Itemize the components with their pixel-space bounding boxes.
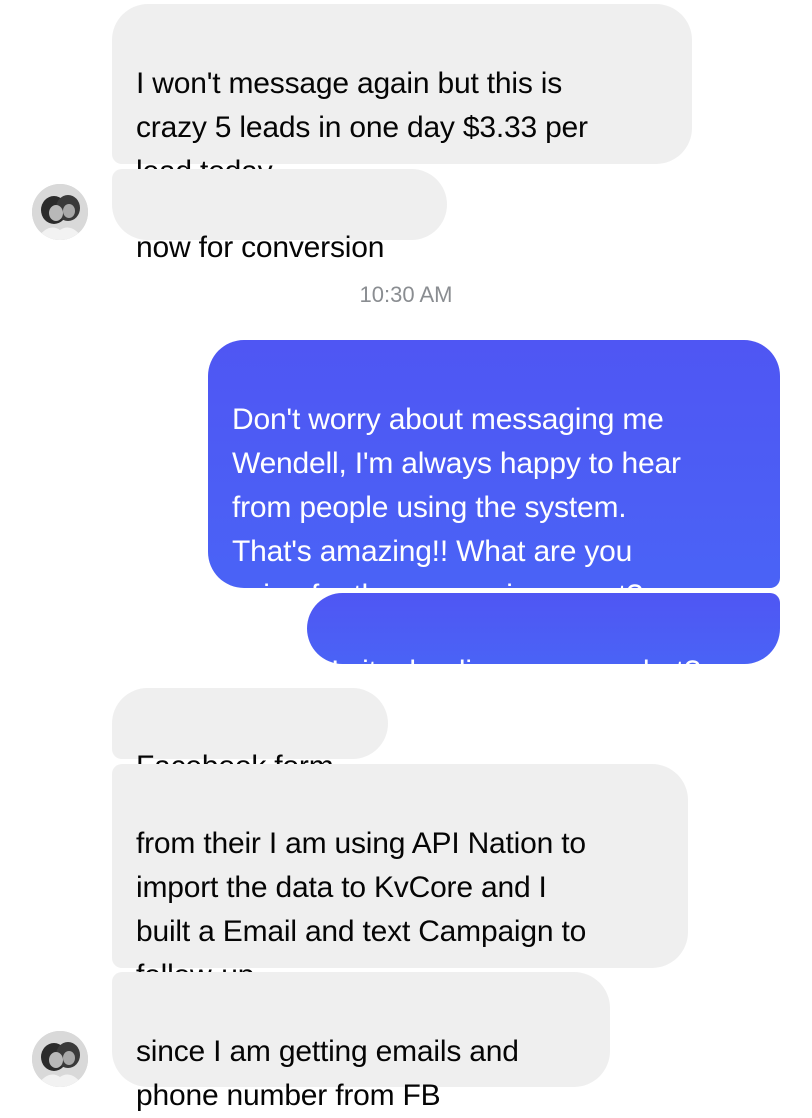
outgoing-message-bubble[interactable]: Is it a landing page or what? (307, 593, 780, 688)
incoming-message-bubble[interactable]: now for conversion (112, 169, 447, 264)
message-timestamp: 10:30 AM (359, 282, 453, 307)
message-text: Is it a landing page or what? (331, 655, 701, 688)
avatar-photo-icon (32, 1031, 88, 1087)
message-text: now for conversion (136, 231, 385, 264)
incoming-message-bubble[interactable]: I won't message again but this is crazy … (112, 4, 692, 188)
message-text: since I am getting emails and phone numb… (136, 1035, 519, 1112)
incoming-message-bubble[interactable]: since I am getting emails and phone numb… (112, 972, 610, 1112)
message-text: from their I am using API Nation to impo… (136, 827, 587, 992)
incoming-message-bubble[interactable]: Facebook form (112, 688, 388, 783)
contact-avatar[interactable] (32, 184, 88, 240)
incoming-message-bubble[interactable]: from their I am using API Nation to impo… (112, 764, 688, 992)
avatar-photo-icon (32, 184, 88, 240)
outgoing-message-bubble[interactable]: Don't worry about messaging me Wendell, … (208, 340, 780, 612)
message-text: Don't worry about messaging me Wendell, … (232, 403, 681, 612)
contact-avatar[interactable] (32, 1031, 88, 1087)
